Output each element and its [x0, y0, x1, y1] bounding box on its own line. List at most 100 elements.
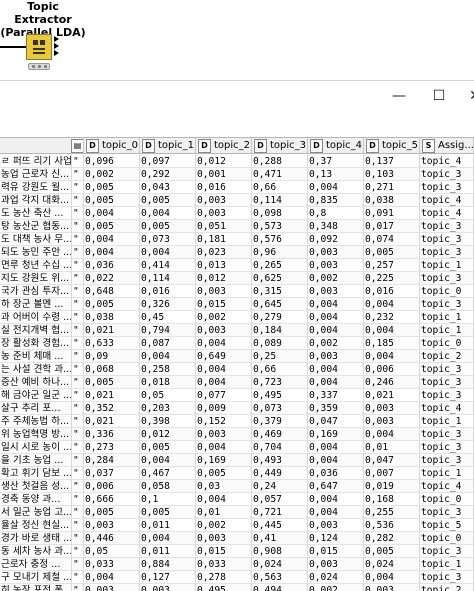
topic-probability-cell[interactable]: 0,037: [84, 467, 140, 480]
topic-probability-cell[interactable]: 0,908: [252, 545, 308, 558]
topic-probability-cell[interactable]: 0,09: [84, 350, 140, 363]
document-cell[interactable]: 확고 휘기 담보 ...: [0, 467, 72, 480]
topic-probability-cell[interactable]: 0,004: [84, 233, 140, 246]
table-row[interactable]: 위 농업혁명 방... " 0,336 0,012 0,003 0,469 0,169 0,0…: [0, 428, 474, 441]
topic-probability-cell[interactable]: 0,03: [196, 480, 252, 493]
assigned-topic-cell[interactable]: topic_3: [420, 389, 474, 402]
column-header-topic_4[interactable]: Dtopic_4: [308, 138, 364, 153]
close-button[interactable]: ✕: [460, 81, 474, 111]
topic-probability-cell[interactable]: 0,004: [364, 428, 420, 441]
topic-probability-cell[interactable]: 0,25: [252, 350, 308, 363]
document-cell[interactable]: 력유 강원도 월...: [0, 181, 72, 194]
table-row[interactable]: 도 대책 농사 무... " 0,004 0,073 0,181 0,576 0,092 0,…: [0, 233, 474, 246]
table-row[interactable]: 되도 농민 주안 ... " 0,004 0,004 0,023 0,96 0,003 0,0…: [0, 246, 474, 259]
assigned-topic-cell[interactable]: topic_4: [420, 207, 474, 220]
table-row[interactable]: 구 모내기 제철 ... " 0,004 0,127 0,278 0,563 0,024 0,…: [0, 571, 474, 584]
topic-probability-cell[interactable]: 0,016: [140, 285, 196, 298]
topic-probability-cell[interactable]: 0,077: [196, 389, 252, 402]
topic-probability-cell[interactable]: 0,004: [196, 493, 252, 506]
document-cell[interactable]: 을 기초 농업 ...: [0, 454, 72, 467]
topic-probability-cell[interactable]: 0,168: [364, 493, 420, 506]
table-row[interactable]: 근로자 충정 ... " 0,033 0,884 0,033 0,024 0,003 0,02…: [0, 558, 474, 571]
topic-probability-cell[interactable]: 0,019: [364, 480, 420, 493]
table-row[interactable]: 장 활성화 경험... " 0,633 0,087 0,004 0,089 0,002 0,1…: [0, 337, 474, 350]
topic-probability-cell[interactable]: 0,004: [308, 363, 364, 376]
table-row[interactable]: 실 전지개벽 협... " 0,021 0,794 0,003 0,184 0,004 0,0…: [0, 324, 474, 337]
topic-probability-cell[interactable]: 0,398: [140, 415, 196, 428]
topic-probability-cell[interactable]: 0,292: [140, 168, 196, 181]
topic-probability-cell[interactable]: 0,96: [252, 246, 308, 259]
topic-probability-cell[interactable]: 0,232: [364, 311, 420, 324]
topic-probability-cell[interactable]: 0,089: [252, 337, 308, 350]
document-cell[interactable]: 되도 농민 주안 ...: [0, 246, 72, 259]
topic-probability-cell[interactable]: 0,016: [364, 285, 420, 298]
topic-probability-cell[interactable]: 0,004: [196, 376, 252, 389]
topic-probability-cell[interactable]: 0,096: [84, 155, 140, 168]
minimize-button[interactable]: —: [384, 81, 414, 111]
assigned-topic-cell[interactable]: topic_3: [420, 181, 474, 194]
topic-probability-cell[interactable]: 0,024: [364, 558, 420, 571]
topic-probability-cell[interactable]: 0,379: [252, 415, 308, 428]
topic-probability-cell[interactable]: 0,011: [140, 545, 196, 558]
topic-probability-cell[interactable]: 0,004: [308, 454, 364, 467]
topic-probability-cell[interactable]: 0,004: [364, 571, 420, 584]
topic-probability-cell[interactable]: 0,004: [308, 441, 364, 454]
table-row[interactable]: 는 사설 견학 과... " 0,068 0,258 0,004 0,66 0,004 0,0…: [0, 363, 474, 376]
topic-probability-cell[interactable]: 0,033: [84, 558, 140, 571]
topic-probability-cell[interactable]: 0,001: [196, 168, 252, 181]
table-row[interactable]: 주 주체농법 하... " 0,021 0,398 0,152 0,379 0,047 0,0…: [0, 415, 474, 428]
topic-probability-cell[interactable]: 0,003: [196, 194, 252, 207]
topic-probability-cell[interactable]: 0,003: [196, 428, 252, 441]
assigned-topic-cell[interactable]: topic_3: [420, 246, 474, 259]
document-cell[interactable]: 농업 근로자 신...: [0, 168, 72, 181]
topic-probability-cell[interactable]: 0,265: [252, 259, 308, 272]
topic-probability-cell[interactable]: 0,114: [252, 194, 308, 207]
document-cell[interactable]: 과업 각지 대화...: [0, 194, 72, 207]
topic-probability-cell[interactable]: 0,278: [196, 571, 252, 584]
topic-probability-cell[interactable]: 0,051: [196, 220, 252, 233]
topic-probability-cell[interactable]: 0,1: [140, 493, 196, 506]
topic-probability-cell[interactable]: 0,326: [140, 298, 196, 311]
table-row[interactable]: 동 세차 농사 과... " 0,05 0,011 0,015 0,908 0,015 0,0…: [0, 545, 474, 558]
topic-probability-cell[interactable]: 0,203: [140, 402, 196, 415]
topic-probability-cell[interactable]: 0,021: [364, 389, 420, 402]
table-row[interactable]: 을 기초 농업 ... " 0,284 0,004 0,169 0,493 0,004 0,0…: [0, 454, 474, 467]
table-row[interactable]: 력유 강원도 월... " 0,005 0,043 0,016 0,66 0,004 0,27…: [0, 181, 474, 194]
topic-probability-cell[interactable]: 0,003: [308, 259, 364, 272]
table-row[interactable]: 일시 시로 농이 ... " 0,273 0,005 0,004 0,704 0,004 0,…: [0, 441, 474, 454]
assigned-topic-cell[interactable]: topic_0: [420, 532, 474, 545]
document-cell[interactable]: 지도 강원도 위...: [0, 272, 72, 285]
topic-probability-cell[interactable]: 0,004: [84, 207, 140, 220]
topic-probability-cell[interactable]: 0,073: [252, 402, 308, 415]
column-header-topic_5[interactable]: Dtopic_5: [364, 138, 420, 153]
topic-probability-cell[interactable]: 0,181: [196, 233, 252, 246]
topic-probability-cell[interactable]: 0,002: [84, 168, 140, 181]
topic-probability-cell[interactable]: 0,098: [252, 207, 308, 220]
topic-probability-cell[interactable]: 0,336: [84, 428, 140, 441]
topic-probability-cell[interactable]: 0,006: [364, 363, 420, 376]
column-header-topic_2[interactable]: Dtopic_2: [196, 138, 252, 153]
table-row[interactable]: 생산 첫걸음 성... " 0,006 0,058 0,03 0,24 0,647 0,019…: [0, 480, 474, 493]
topic-probability-cell[interactable]: 0,37: [308, 155, 364, 168]
topic-probability-cell[interactable]: 0,003: [84, 519, 140, 532]
topic-probability-cell[interactable]: 0,003: [196, 532, 252, 545]
topic-probability-cell[interactable]: 0,446: [84, 532, 140, 545]
topic-probability-cell[interactable]: 0,004: [308, 376, 364, 389]
topic-probability-cell[interactable]: 0,835: [308, 194, 364, 207]
topic-probability-cell[interactable]: 0,033: [196, 558, 252, 571]
table-row[interactable]: 하 장군 볼멘 ... " 0,005 0,326 0,015 0,645 0,004 0,0…: [0, 298, 474, 311]
column-header-topic_1[interactable]: Dtopic_1: [140, 138, 196, 153]
table-row[interactable]: 지도 강원도 위... " 0,022 0,114 0,012 0,625 0,002 0,2…: [0, 272, 474, 285]
topic-probability-cell[interactable]: 0,002: [308, 272, 364, 285]
topic-probability-cell[interactable]: 0,004: [84, 571, 140, 584]
topic-probability-cell[interactable]: 0,074: [364, 233, 420, 246]
topic-probability-cell[interactable]: 0,359: [308, 402, 364, 415]
document-cell[interactable]: 일시 시로 농이 ...: [0, 441, 72, 454]
topic-probability-cell[interactable]: 0,414: [140, 259, 196, 272]
assigned-topic-cell[interactable]: topic_4: [420, 402, 474, 415]
topic-probability-cell[interactable]: 0,005: [140, 194, 196, 207]
assigned-topic-cell[interactable]: topic_1: [420, 467, 474, 480]
topic-probability-cell[interactable]: 0,124: [308, 532, 364, 545]
table-row[interactable]: ㄹ 퍼뜨 리기 사업 " 0,096 0,097 0,012 0,288 0,37 0,137…: [0, 155, 474, 168]
document-cell[interactable]: 율살 정신 현실...: [0, 519, 72, 532]
